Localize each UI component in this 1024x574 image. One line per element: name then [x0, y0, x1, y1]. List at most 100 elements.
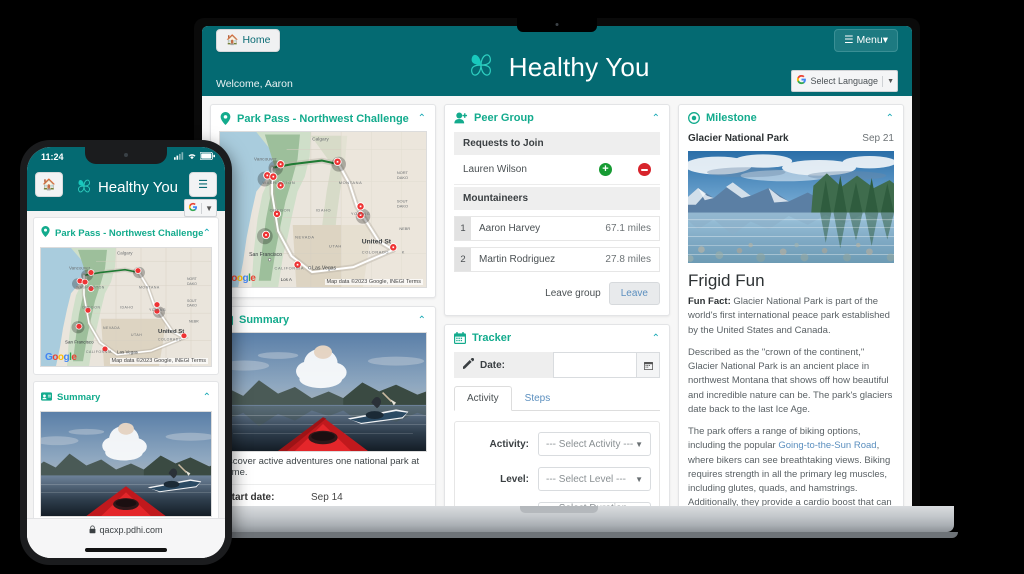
member-distance: 27.8 miles [605, 254, 651, 265]
status-icons [174, 151, 215, 162]
fun-fact-label: Fun Fact: [688, 296, 731, 307]
svg-text:MONTANA: MONTANA [139, 286, 160, 290]
leave-group-button[interactable]: Leave [608, 282, 660, 305]
svg-text:DAKO: DAKO [397, 204, 408, 209]
collapse-toggle-milestone[interactable]: ⌃ [886, 113, 894, 124]
status-time: 11:24 [41, 152, 64, 162]
join-request-row: Lauren Wilson + [454, 155, 660, 185]
target-icon [688, 112, 700, 124]
milestone-date: Sep 21 [862, 133, 894, 144]
group-name-header: Mountaineers [454, 187, 660, 210]
reject-request-button[interactable] [638, 163, 651, 176]
phone-screen: 11:24 🏠 Healthy You ☰ ▼ Park Pass - Nort… [27, 147, 225, 558]
calendar-picker-icon[interactable] [637, 352, 660, 378]
flower-logo-icon [464, 48, 498, 87]
svg-text:YOMING: YOMING [149, 308, 166, 312]
tracker-title: Tracker [472, 332, 512, 344]
map-pin-icon [41, 224, 50, 242]
going-to-the-sun-road-link[interactable]: Going-to-the-Sun Road [778, 440, 876, 451]
activity-label: Activity: [489, 438, 529, 450]
hamburger-icon: ☰ [198, 179, 208, 191]
member-name: Martin Rodriguez [479, 254, 556, 265]
svg-text:CALIFORNIA: CALIFORNIA [275, 266, 305, 271]
milestone-card-header: Milestone ⌃ [679, 105, 903, 130]
milestone-title: Milestone [706, 112, 757, 124]
level-select[interactable]: --- Select Level --- ▼ [538, 467, 651, 491]
phone-collapse-toggle-summary[interactable]: ⌃ [203, 392, 211, 403]
language-selector[interactable]: Select Language ▼ [790, 70, 898, 92]
park-pass-map[interactable]: Calgary Vancouver attle WASHINGTON OREGO… [219, 131, 427, 288]
phone-summary-header: Summary ⌃ [34, 382, 218, 411]
camera-dot [555, 23, 559, 26]
laptop-foot [160, 532, 958, 538]
level-select-value: --- Select Level --- [546, 473, 627, 485]
phone-notch [85, 147, 167, 164]
phone-app-header: 🏠 Healthy You ☰ ▼ [27, 167, 225, 217]
tracker-date-input[interactable] [553, 352, 637, 378]
id-card-icon [41, 388, 52, 406]
signal-icon [174, 152, 184, 162]
svg-text:CALIFORNIA: CALIFORNIA [86, 350, 112, 354]
tracker-activity-panel: Activity: --- Select Activity --- ▼ Leve… [454, 421, 660, 510]
collapse-toggle-tracker[interactable]: ⌃ [652, 333, 660, 344]
language-label: Select Language [810, 76, 879, 86]
laptop-base-notch [520, 506, 598, 513]
collapse-toggle-park-pass[interactable]: ⌃ [418, 113, 426, 124]
phone-collapse-toggle-park-pass[interactable]: ⌃ [203, 228, 211, 239]
peer-group-card-header: Peer Group ⌃ [445, 105, 669, 130]
svg-text:United St: United St [362, 239, 392, 246]
browser-viewport: 🏠 Home Healthy You ☰ Menu▾ Welcome, Aaro… [202, 26, 912, 510]
home-button[interactable]: 🏠 Home [216, 29, 281, 52]
tracker-date-label: Date: [480, 359, 506, 371]
battery-icon [199, 151, 215, 162]
member-distance: 67.1 miles [605, 223, 651, 234]
milestone-park-name: Glacier National Park [688, 133, 789, 144]
activity-select-value: --- Select Activity --- [546, 438, 634, 450]
collapse-toggle-summary[interactable]: ⌃ [418, 315, 426, 326]
svg-text:DAKO: DAKO [397, 175, 408, 180]
calendar-icon [454, 332, 466, 344]
svg-text:NEVADA: NEVADA [295, 235, 314, 240]
activity-select[interactable]: --- Select Activity --- ▼ [538, 432, 651, 456]
google-icon [796, 74, 807, 88]
svg-text:WASHINGTON: WASHINGTON [76, 286, 105, 290]
divider [201, 202, 203, 214]
svg-text:SOUT: SOUT [397, 199, 408, 204]
map-pin-icon [220, 112, 231, 125]
member-rank: 2 [455, 248, 471, 271]
park-pass-card-header: Park Pass - Northwest Challenge ⌃ [211, 105, 435, 131]
chevron-down-icon: ▼ [205, 203, 213, 213]
phone-summary-photo [40, 411, 212, 517]
svg-text:IDAHO: IDAHO [316, 207, 331, 212]
laptop-device: 🏠 Home Healthy You ☰ Menu▾ Welcome, Aaro… [194, 18, 920, 510]
hamburger-icon: ☰ [844, 34, 854, 46]
peer-group-card: Peer Group ⌃ Requests to Join Lauren Wil… [444, 104, 670, 316]
phone-park-pass-map[interactable]: Calgary Vancouver WASHINGTON OREGON IDAHO M… [40, 247, 212, 367]
collapse-toggle-peer-group[interactable]: ⌃ [652, 113, 660, 124]
tracker-tabs: Activity Steps [454, 386, 660, 411]
park-pass-title: Park Pass - Northwest Challenge [237, 112, 409, 125]
svg-text:attle: attle [272, 166, 281, 171]
tab-activity[interactable]: Activity [454, 386, 512, 411]
member-row: 1 Aaron Harvey 67.1 miles [454, 216, 660, 241]
menu-button[interactable]: ☰ Menu▾ [834, 29, 898, 52]
svg-text:UTAH: UTAH [329, 243, 342, 248]
column-right: Milestone ⌃ Glacier National Park Sep 21 [678, 104, 904, 510]
svg-text:OREGON: OREGON [82, 306, 101, 310]
tracker-card: Tracker ⌃ Date: Activity Steps Activity:… [444, 324, 670, 510]
phone-map-attribution: Map data ©2023 Google, INEGI Terms [109, 358, 208, 364]
phone-language-selector[interactable]: ▼ [184, 199, 217, 217]
svg-text:SOUT: SOUT [187, 299, 197, 303]
svg-text:NEVADA: NEVADA [103, 326, 120, 330]
tab-steps[interactable]: Steps [512, 386, 564, 411]
phone-content: Park Pass - Northwest Challenge ⌃ Calgar… [27, 211, 225, 558]
phone-camera-dot [124, 153, 128, 157]
svg-text:Las Vegas: Las Vegas [312, 266, 336, 272]
phone-url-bar[interactable]: qacxp.pdhi.com [27, 518, 225, 558]
level-label: Level: [500, 473, 529, 485]
phone-menu-button[interactable]: ☰ [189, 172, 217, 197]
accept-request-button[interactable]: + [599, 163, 612, 176]
laptop-base [164, 506, 954, 532]
milestone-heading: Frigid Fun [688, 271, 765, 290]
member-name: Aaron Harvey [479, 223, 541, 234]
